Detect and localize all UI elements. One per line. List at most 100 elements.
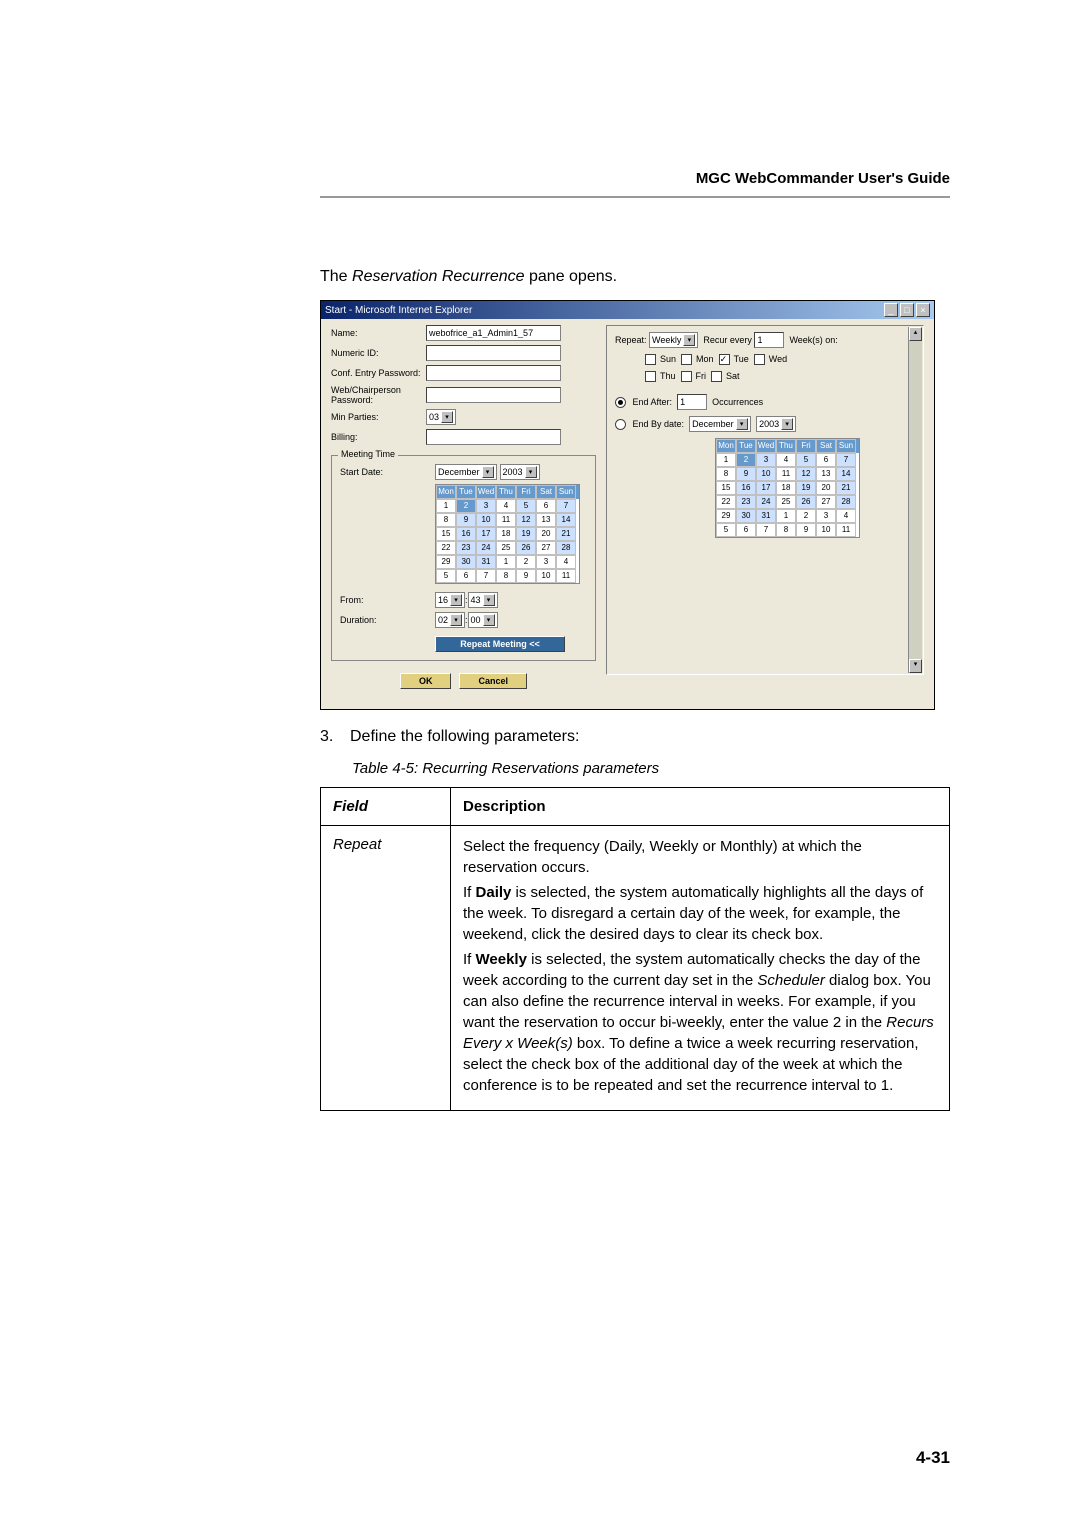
- cal-cell[interactable]: 3: [756, 453, 776, 467]
- start-calendar[interactable]: MonTueWedThuFriSatSun 1234567 8910111213…: [435, 484, 580, 584]
- cal-cell[interactable]: 3: [816, 509, 836, 523]
- end-after-radio[interactable]: [615, 397, 626, 408]
- cal-cell[interactable]: 2: [516, 555, 536, 569]
- cal-cell[interactable]: 1: [776, 509, 796, 523]
- scroll-up-icon[interactable]: ▴: [909, 327, 922, 341]
- cal-cell[interactable]: 9: [736, 467, 756, 481]
- cal-cell[interactable]: 5: [796, 453, 816, 467]
- cal-cell[interactable]: 15: [716, 481, 736, 495]
- cal-cell[interactable]: 25: [496, 541, 516, 555]
- cal-cell[interactable]: 10: [816, 523, 836, 537]
- min-parties-select[interactable]: 03▾: [426, 409, 456, 425]
- month-select[interactable]: December▾: [435, 464, 497, 480]
- cal-cell[interactable]: 28: [836, 495, 856, 509]
- cal-cell[interactable]: 10: [756, 467, 776, 481]
- cal-cell[interactable]: 22: [436, 541, 456, 555]
- tue-checkbox[interactable]: [719, 354, 730, 365]
- from-min-select[interactable]: 43▾: [468, 592, 498, 608]
- cal-cell[interactable]: 18: [776, 481, 796, 495]
- repeat-meeting-button[interactable]: Repeat Meeting <<: [435, 636, 565, 652]
- cal-cell[interactable]: 26: [796, 495, 816, 509]
- sat-checkbox[interactable]: [711, 371, 722, 382]
- cal-cell[interactable]: 11: [496, 513, 516, 527]
- cal-cell[interactable]: 6: [816, 453, 836, 467]
- cal-cell[interactable]: 20: [536, 527, 556, 541]
- cal-cell[interactable]: 15: [436, 527, 456, 541]
- cal-cell[interactable]: 8: [776, 523, 796, 537]
- cal-cell[interactable]: 10: [476, 513, 496, 527]
- cal-cell[interactable]: 12: [516, 513, 536, 527]
- cal-cell[interactable]: 7: [556, 499, 576, 513]
- cal-cell[interactable]: 2: [796, 509, 816, 523]
- cancel-button[interactable]: Cancel: [459, 673, 527, 689]
- cal-cell[interactable]: 11: [556, 569, 576, 583]
- cal-cell[interactable]: 5: [716, 523, 736, 537]
- cal-cell[interactable]: 31: [756, 509, 776, 523]
- cal-cell[interactable]: 14: [556, 513, 576, 527]
- minimize-icon[interactable]: _: [884, 303, 898, 317]
- dur-hour-select[interactable]: 02▾: [435, 612, 465, 628]
- cal-cell[interactable]: 5: [436, 569, 456, 583]
- cal-cell[interactable]: 13: [816, 467, 836, 481]
- cal-cell[interactable]: 24: [476, 541, 496, 555]
- cal-cell[interactable]: 29: [716, 509, 736, 523]
- cal-cell[interactable]: 11: [776, 467, 796, 481]
- cal-cell[interactable]: 4: [836, 509, 856, 523]
- cal-cell[interactable]: 16: [456, 527, 476, 541]
- cal-cell[interactable]: 28: [556, 541, 576, 555]
- cal-cell[interactable]: 17: [756, 481, 776, 495]
- cal-cell[interactable]: 11: [836, 523, 856, 537]
- cal-cell[interactable]: 21: [836, 481, 856, 495]
- numeric-id-field[interactable]: [426, 345, 561, 361]
- cal-cell[interactable]: 26: [516, 541, 536, 555]
- cal-cell[interactable]: 10: [536, 569, 556, 583]
- dur-min-select[interactable]: 00▾: [468, 612, 498, 628]
- cal-cell[interactable]: 1: [716, 453, 736, 467]
- end-by-date-radio[interactable]: [615, 419, 626, 430]
- cal-cell[interactable]: 2: [736, 453, 756, 467]
- cal-cell[interactable]: 7: [756, 523, 776, 537]
- end-calendar[interactable]: MonTueWedThuFriSatSun 1234567 8910111213…: [715, 438, 860, 538]
- cal-cell[interactable]: 27: [816, 495, 836, 509]
- cal-cell[interactable]: 3: [536, 555, 556, 569]
- cal-cell[interactable]: 7: [836, 453, 856, 467]
- end-after-field[interactable]: [677, 394, 707, 410]
- wed-checkbox[interactable]: [754, 354, 765, 365]
- cal-cell[interactable]: 9: [796, 523, 816, 537]
- cal-cell[interactable]: 2: [456, 499, 476, 513]
- cal-cell[interactable]: 7: [476, 569, 496, 583]
- cal-cell[interactable]: 9: [516, 569, 536, 583]
- cal-cell[interactable]: 8: [716, 467, 736, 481]
- fri-checkbox[interactable]: [681, 371, 692, 382]
- sun-checkbox[interactable]: [645, 354, 656, 365]
- end-year-select[interactable]: 2003▾: [756, 416, 796, 432]
- repeat-select[interactable]: Weekly▾: [649, 332, 698, 348]
- cal-cell[interactable]: 8: [436, 513, 456, 527]
- cal-cell[interactable]: 13: [536, 513, 556, 527]
- cal-cell[interactable]: 27: [536, 541, 556, 555]
- cal-cell[interactable]: 23: [736, 495, 756, 509]
- cal-cell[interactable]: 3: [476, 499, 496, 513]
- name-field[interactable]: [426, 325, 561, 341]
- cal-cell[interactable]: 18: [496, 527, 516, 541]
- thu-checkbox[interactable]: [645, 371, 656, 382]
- conf-pw-field[interactable]: [426, 365, 561, 381]
- cal-cell[interactable]: 12: [796, 467, 816, 481]
- cal-cell[interactable]: 30: [456, 555, 476, 569]
- scrollbar[interactable]: ▴ ▾: [908, 327, 922, 673]
- cal-cell[interactable]: 6: [456, 569, 476, 583]
- ok-button[interactable]: OK: [400, 673, 452, 689]
- maximize-icon[interactable]: □: [900, 303, 914, 317]
- cal-cell[interactable]: 25: [776, 495, 796, 509]
- cal-cell[interactable]: 1: [436, 499, 456, 513]
- cal-cell[interactable]: 22: [716, 495, 736, 509]
- cal-cell[interactable]: 1: [496, 555, 516, 569]
- cal-cell[interactable]: 24: [756, 495, 776, 509]
- cal-cell[interactable]: 23: [456, 541, 476, 555]
- close-icon[interactable]: ×: [916, 303, 930, 317]
- cal-cell[interactable]: 20: [816, 481, 836, 495]
- chair-pw-field[interactable]: [426, 387, 561, 403]
- year-select[interactable]: 2003▾: [500, 464, 540, 480]
- end-month-select[interactable]: December▾: [689, 416, 751, 432]
- cal-cell[interactable]: 17: [476, 527, 496, 541]
